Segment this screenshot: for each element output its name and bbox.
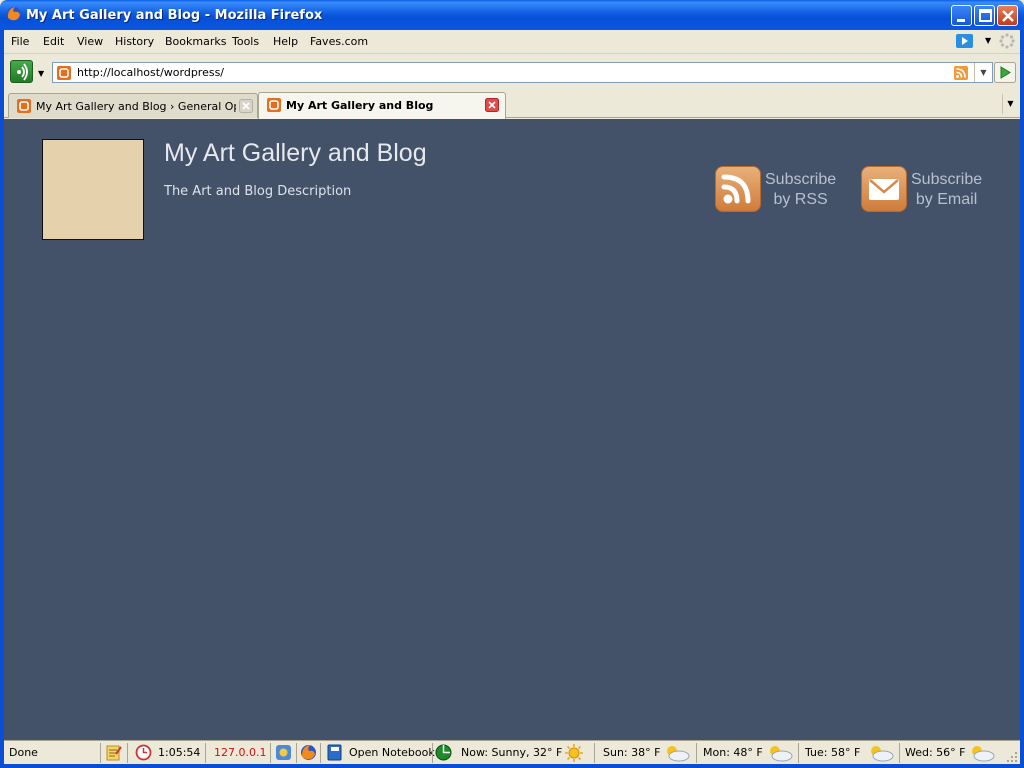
blog-title[interactable]: My Art Gallery and Blog	[164, 139, 427, 168]
status-divider	[696, 743, 697, 763]
broadcast-icon	[17, 63, 28, 81]
tab-close-icon[interactable]	[239, 99, 253, 113]
status-divider	[270, 743, 271, 763]
subscribe-rss-line1: Subscribe	[765, 171, 837, 188]
tab-favicon-icon	[17, 99, 31, 113]
maximize-button[interactable]	[974, 5, 995, 26]
tab-label: My Art Gallery and Blog	[286, 99, 434, 112]
minimize-button[interactable]	[951, 5, 972, 26]
feed-reader-button[interactable]	[10, 60, 33, 83]
rss-icon	[715, 166, 761, 212]
tab-label: My Art Gallery and Blog › General Opti..…	[36, 100, 236, 113]
menu-file[interactable]: File	[11, 35, 29, 48]
menu-faves[interactable]: Faves.com	[310, 35, 368, 48]
loading-throbber-icon	[999, 33, 1015, 49]
url-bar[interactable]: http://localhost/wordpress/ ▼	[52, 62, 993, 83]
status-divider	[899, 743, 900, 763]
menu-bookmarks[interactable]: Bookmarks	[165, 35, 226, 48]
ip-address[interactable]: 127.0.0.1	[214, 746, 266, 759]
tab-my-art-gallery[interactable]: My Art Gallery and Blog	[258, 92, 506, 119]
window-frame-bottom	[0, 764, 1024, 768]
extension-icon[interactable]	[275, 744, 292, 761]
window-title-bar[interactable]: My Art Gallery and Blog - Mozilla Firefo…	[0, 0, 1024, 30]
blog-logo-image[interactable]	[42, 139, 144, 240]
firefox-status-icon[interactable]	[300, 744, 317, 761]
page-content: My Art Gallery and Blog The Art and Blog…	[4, 119, 1020, 740]
menu-help[interactable]: Help	[273, 35, 298, 48]
status-divider	[100, 743, 101, 763]
status-divider	[320, 743, 321, 763]
partly-cloudy-icon	[667, 746, 690, 762]
window-title: My Art Gallery and Blog - Mozilla Firefo…	[26, 8, 323, 23]
clock-icon[interactable]	[135, 744, 152, 761]
notebook-icon[interactable]	[326, 744, 343, 761]
tab-favicon-icon	[267, 98, 281, 112]
firefox-icon	[7, 7, 21, 21]
media-player-icon[interactable]	[956, 34, 973, 48]
media-dropdown-icon[interactable]: ▼	[985, 36, 991, 45]
forecast-tue[interactable]: Tue: 58° F	[805, 746, 860, 759]
email-icon	[861, 166, 907, 212]
close-button[interactable]	[997, 5, 1018, 26]
weather-now[interactable]: Now: Sunny, 32° F	[461, 746, 562, 759]
menu-view[interactable]: View	[77, 35, 103, 48]
partly-cloudy-icon	[770, 746, 793, 762]
status-divider	[127, 743, 128, 763]
clock-time: 1:05:54	[158, 746, 201, 759]
close-icon	[1002, 10, 1014, 22]
status-text: Done	[9, 746, 38, 759]
subscribe-rss-line2: by RSS	[773, 191, 828, 208]
sunny-icon	[565, 744, 583, 762]
site-favicon-icon	[57, 66, 71, 80]
status-divider	[205, 743, 206, 763]
tab-close-icon[interactable]	[485, 98, 499, 112]
url-history-dropdown[interactable]: ▼	[974, 63, 992, 82]
menu-bar: File Edit View History Bookmarks Tools H…	[4, 30, 1020, 54]
rss-feed-icon[interactable]	[954, 66, 968, 80]
status-bar: Done 1:05:54 127.0.0.1 Open Notebook Now…	[4, 740, 1020, 764]
tab-list-button[interactable]: ▼	[1002, 94, 1018, 114]
forecast-wed[interactable]: Wed: 56° F	[905, 746, 966, 759]
status-divider	[296, 743, 297, 763]
tab-bar: My Art Gallery and Blog › General Opti..…	[4, 90, 1020, 119]
status-divider	[798, 743, 799, 763]
minimize-icon	[957, 19, 965, 22]
subscribe-email-line2: by Email	[915, 191, 978, 208]
forecast-sun[interactable]: Sun: 38° F	[603, 746, 660, 759]
navigation-toolbar: ▼ http://localhost/wordpress/ ▼	[4, 55, 1020, 89]
menu-edit[interactable]: Edit	[43, 35, 64, 48]
resize-grip-icon[interactable]	[1006, 751, 1018, 763]
subscribe-email-line1: Subscribe	[911, 171, 983, 188]
status-divider	[432, 743, 433, 763]
url-text[interactable]: http://localhost/wordpress/	[77, 66, 224, 79]
blog-description: The Art and Blog Description	[164, 184, 352, 199]
notepad-icon[interactable]	[105, 744, 122, 761]
partly-cloudy-icon	[972, 746, 995, 762]
partly-cloudy-icon	[871, 746, 894, 762]
status-divider	[594, 743, 595, 763]
maximize-icon	[979, 9, 992, 22]
forecast-mon[interactable]: Mon: 48° F	[703, 746, 763, 759]
open-notebook-link[interactable]: Open Notebook	[349, 746, 435, 759]
subscribe-email-label: Subscribe by Email	[911, 170, 982, 210]
feed-dropdown-icon[interactable]: ▼	[38, 69, 44, 78]
window-frame-right	[1020, 30, 1024, 768]
globe-icon[interactable]	[435, 744, 452, 761]
menu-history[interactable]: History	[115, 35, 154, 48]
go-button[interactable]	[994, 62, 1016, 83]
subscribe-rss-label: Subscribe by RSS	[765, 170, 836, 210]
menu-tools[interactable]: Tools	[232, 35, 259, 48]
tab-general-options[interactable]: My Art Gallery and Blog › General Opti..…	[8, 93, 258, 118]
